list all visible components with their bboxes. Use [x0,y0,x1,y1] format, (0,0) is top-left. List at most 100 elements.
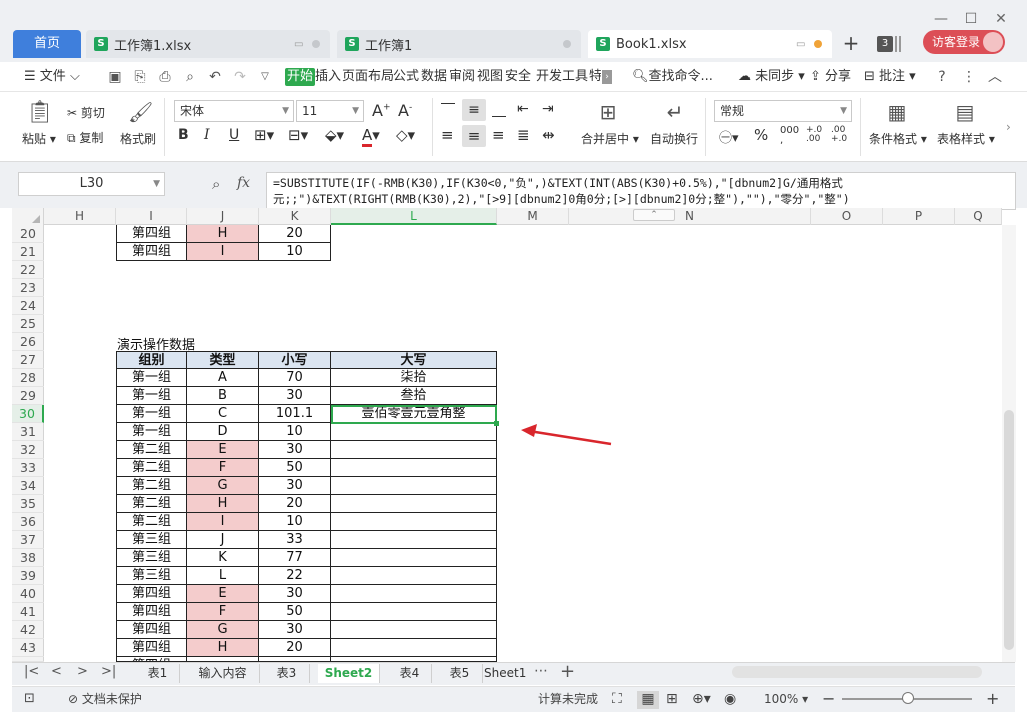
table-cell-group[interactable]: 第一组 [116,369,187,387]
table-cell-type[interactable]: G [187,621,259,639]
table-cell-value[interactable]: 50 [259,459,331,477]
merge-center-icon[interactable]: ⊞ [595,100,621,124]
column-header-l[interactable]: L [331,208,497,225]
avatar-icon[interactable] [983,32,1003,52]
justify-icon[interactable]: ≣ [517,126,530,144]
row-header-40[interactable]: 40 [12,585,44,603]
row-header-23[interactable]: 23 [12,279,44,297]
share-button[interactable]: ⇪ 分享 [810,68,851,86]
table-cell-value[interactable]: 70 [259,369,331,387]
font-size-select[interactable]: 11 ▼ [296,100,364,122]
menu-tab-security[interactable]: 安全 [505,68,531,86]
paste-button[interactable]: 粘贴 ▾ [22,130,56,147]
table-cell-type[interactable]: E [187,585,259,603]
next-sheet-icon[interactable]: > [77,664,88,679]
table-cell-uppercase[interactable] [331,585,497,603]
pin-icon[interactable]: ▭ [294,39,308,50]
command-search[interactable]: 🔍︎查找命令... [632,68,713,86]
currency-icon[interactable]: ㊀▾ [719,127,739,146]
table-cell-uppercase[interactable] [331,639,497,657]
zoom-out-icon[interactable]: − [822,691,835,707]
table-cell-uppercase[interactable] [331,477,497,495]
table-cell-value[interactable]: 101.1 [259,405,331,423]
row-header-38[interactable]: 38 [12,549,44,567]
table-cell-value[interactable]: 20 [259,639,331,657]
table-header-cell[interactable]: 组别 [116,351,187,369]
table-cell-uppercase[interactable] [331,423,497,441]
horizontal-scrollbar[interactable] [732,666,982,678]
table-cell-value[interactable]: 22 [259,567,331,585]
row-header-30[interactable]: 30 [12,405,44,423]
table-cell-value[interactable]: 10 [259,513,331,531]
number-format-select[interactable]: 常规 ▼ [714,100,852,122]
table-cell-uppercase[interactable] [331,495,497,513]
print-preview-icon[interactable]: ⌕ [181,68,199,86]
table-cell-group[interactable]: 第四组 [116,639,187,657]
copy-button[interactable]: ⧉ 复制 [67,129,103,146]
table-cell-group[interactable]: 第二组 [116,495,187,513]
table-cell-uppercase[interactable]: 柒拾 [331,369,497,387]
first-sheet-icon[interactable]: |< [24,664,39,679]
active-cell-selection[interactable] [331,405,499,426]
table-cell-value[interactable]: 10 [259,423,331,441]
table-cell-group[interactable]: 第四组 [116,603,187,621]
table-cell-type[interactable]: J [187,531,259,549]
menu-tab-insert[interactable]: 插入 [315,68,341,86]
collapse-ribbon-icon[interactable]: ︿ [986,68,1004,86]
merge-center-button[interactable]: 合并居中 ▾ [581,130,639,147]
row-header-43[interactable]: 43 [12,639,44,657]
clear-format-icon[interactable]: ◇▾ [396,126,415,144]
row-header-42[interactable]: 42 [12,621,44,639]
table-cell-group[interactable]: 第二组 [116,477,187,495]
sheet-tab-4[interactable]: 表4 [388,664,432,683]
row-header-20[interactable]: 20 [12,225,44,243]
sheet-tab-2[interactable]: 表3 [264,664,310,683]
align-center-icon[interactable]: ≡ [462,125,486,147]
macro-icon[interactable]: ⊡ [24,691,35,707]
undo-icon[interactable]: ↶ [206,68,224,86]
table-cell-type[interactable]: F [187,603,259,621]
protection-status[interactable]: ⊘ 文档未保护 [68,691,142,707]
more-options-icon[interactable]: ⋮ [960,68,978,86]
row-header-25[interactable]: 25 [12,315,44,333]
formula-input[interactable]: =SUBSTITUTE(IF(-RMB(K30),IF(K30<0,"负",)&… [266,172,1016,210]
table-cell-type[interactable]: D [187,423,259,441]
home-tab[interactable]: 首页 [13,30,81,58]
table-cell-group[interactable]: 第二组 [116,459,187,477]
quick-access-more-icon[interactable]: ▽ [256,68,274,86]
close-icon[interactable]: ✕ [992,10,1010,28]
table-header-cell[interactable]: 小写 [259,351,331,369]
row-header-34[interactable]: 34 [12,477,44,495]
more-sheets-icon[interactable]: ⋯ [534,663,548,679]
increase-indent-icon[interactable]: ⇥ [542,101,554,117]
table-cell-type[interactable]: A [187,369,259,387]
table-cell-value[interactable]: 50 [259,603,331,621]
align-right-icon[interactable]: ≡ [492,126,505,144]
table-cell-group[interactable]: 第三组 [116,567,187,585]
zoom-level[interactable]: 100% ▾ [764,691,808,707]
table-cell-group[interactable]: 第四组 [116,621,187,639]
conditional-format-icon[interactable]: ▦ [884,100,910,124]
table-cell-value[interactable]: 30 [259,585,331,603]
table-cell-type[interactable]: L [187,567,259,585]
zoom-search-icon[interactable]: ⌕ [212,175,220,193]
table-cell-value[interactable]: 30 [259,441,331,459]
table-header-cell[interactable]: 大写 [331,351,497,369]
help-icon[interactable]: ? [933,68,951,86]
table-cell-group[interactable]: 第四组 [116,585,187,603]
table-cell-uppercase[interactable] [331,603,497,621]
select-all-corner[interactable] [12,208,44,225]
decrease-indent-icon[interactable]: ⇤ [517,101,529,117]
table-cell-group[interactable]: 第一组 [116,423,187,441]
increase-font-icon[interactable]: A+ [372,101,391,120]
column-header-q[interactable]: Q [955,208,1002,225]
format-painter-button[interactable]: 格式刷 [120,130,156,147]
fill-handle[interactable] [494,421,499,426]
function-icon[interactable]: fx [237,175,250,191]
decrease-decimal-icon[interactable]: .00 +.0 [831,126,847,144]
table-cell-value[interactable]: 20 [259,225,331,243]
save-icon[interactable]: ▣ [106,68,124,86]
font-name-select[interactable]: 宋体 ▼ [174,100,294,122]
sheet-tab-1[interactable]: 输入内容 [186,664,260,683]
table-cell-type[interactable]: H [187,639,259,657]
